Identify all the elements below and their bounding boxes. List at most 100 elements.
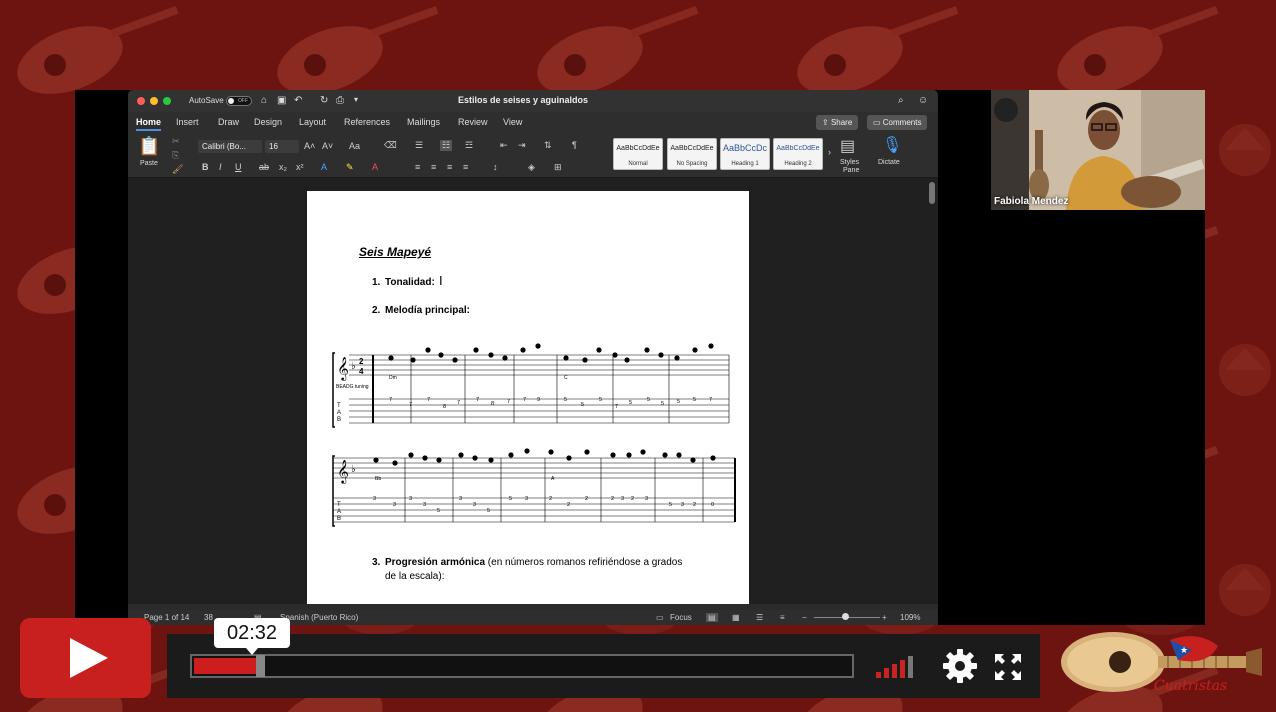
font-color-icon[interactable]: A <box>372 162 378 172</box>
svg-text:5: 5 <box>487 508 490 514</box>
progress-thumb[interactable] <box>256 655 265 677</box>
copy-icon[interactable]: ⎘ <box>172 150 179 161</box>
style-heading-1[interactable]: AaBbCcDc Heading 1 <box>720 138 770 170</box>
tab-insert[interactable]: Insert <box>176 117 199 127</box>
chord-label: Bb <box>375 476 381 482</box>
zoom-slider-thumb[interactable] <box>842 613 849 620</box>
decrease-indent-icon[interactable]: ⇤ <box>500 140 508 151</box>
shrink-font-icon[interactable]: A˅ <box>322 141 333 151</box>
zoom-out-icon[interactable]: − <box>802 613 807 622</box>
svg-text:7: 7 <box>409 402 412 408</box>
svg-text:5: 5 <box>629 400 632 406</box>
maximize-window-icon[interactable] <box>163 97 171 105</box>
superscript-icon[interactable]: x² <box>296 162 304 172</box>
comments-button[interactable]: ▭ Comments <box>867 115 928 130</box>
paste-icon[interactable]: 📋 <box>138 136 160 157</box>
align-right-icon[interactable]: ≡ <box>447 162 452 172</box>
print-layout-icon[interactable]: ▤ <box>706 613 718 622</box>
zoom-level[interactable]: 109% <box>900 613 920 622</box>
redo-icon[interactable]: ↻ <box>320 95 328 106</box>
borders-icon[interactable]: ⊞ <box>554 162 562 173</box>
zoom-in-icon[interactable]: + <box>882 613 887 622</box>
vertical-scrollbar[interactable] <box>929 182 935 204</box>
page-count[interactable]: Page 1 of 14 <box>144 613 189 622</box>
tab-review[interactable]: Review <box>458 117 488 127</box>
styles-pane-icon[interactable]: ▤ <box>840 136 855 156</box>
minimize-window-icon[interactable] <box>150 97 158 105</box>
numbering-icon[interactable]: ☷ <box>440 140 453 151</box>
volume-icon[interactable] <box>876 654 924 678</box>
draft-icon[interactable]: ≡ <box>780 613 785 622</box>
svg-text:5: 5 <box>661 401 664 407</box>
grow-font-icon[interactable]: A˄ <box>304 141 315 151</box>
svg-text:2: 2 <box>359 357 364 366</box>
show-formatting-icon[interactable]: ¶ <box>572 140 577 150</box>
font-size-select[interactable]: 16 <box>265 140 299 153</box>
word-window: AutoSave OFF ⌂ ▣ ↶ ↻ ⎙ ▾ Estilos de seis… <box>128 90 938 625</box>
format-painter-icon[interactable]: 🖌 <box>172 164 183 175</box>
svg-text:5: 5 <box>669 502 672 508</box>
style-normal[interactable]: AaBbCcDdEe Normal <box>613 138 663 170</box>
multilevel-list-icon[interactable]: ☲ <box>465 140 473 151</box>
shading-icon[interactable]: ◈ <box>528 162 535 173</box>
svg-text:5: 5 <box>564 397 567 403</box>
word-count[interactable]: 38 <box>204 613 213 622</box>
subscript-icon[interactable]: x₂ <box>279 162 287 172</box>
line-spacing-icon[interactable]: ↕ <box>493 162 498 172</box>
focus-icon[interactable]: ▭ <box>656 613 664 622</box>
document-canvas[interactable]: Seis Mapeyé 1. Tonalidad: I 2. Melodía p… <box>128 178 938 604</box>
font-name-select[interactable]: Calibri (Bo... <box>198 140 262 153</box>
increase-indent-icon[interactable]: ⇥ <box>518 140 526 151</box>
home-icon[interactable]: ⌂ <box>261 95 267 106</box>
search-icon[interactable]: ⌕ <box>898 95 904 106</box>
cut-icon[interactable]: ✂ <box>172 136 180 147</box>
tab-references[interactable]: References <box>344 117 390 127</box>
progress-track[interactable] <box>190 654 854 678</box>
fullscreen-icon[interactable] <box>993 652 1023 682</box>
notation-staff-2: 𝄞 ♭ Bb A 33335 3355 3 222 2 3 2 35 3 2 0 TAB <box>332 448 736 527</box>
outline-icon[interactable]: ☰ <box>756 613 763 622</box>
style-no-spacing[interactable]: AaBbCcDdEe No Spacing <box>667 138 717 170</box>
strikethrough-icon[interactable]: ab <box>259 162 269 172</box>
autosave-toggle[interactable]: OFF <box>226 96 252 106</box>
tab-layout[interactable]: Layout <box>299 117 326 127</box>
customize-toolbar-icon[interactable]: ▾ <box>354 95 358 104</box>
tab-draw[interactable]: Draw <box>218 117 239 127</box>
smiley-feedback-icon[interactable]: ☺ <box>918 95 928 106</box>
language-label[interactable]: Spanish (Puerto Rico) <box>280 613 358 622</box>
clear-formatting-icon[interactable]: ⌫ <box>384 140 397 151</box>
gear-icon[interactable] <box>942 648 978 684</box>
tab-design[interactable]: Design <box>254 117 282 127</box>
web-layout-icon[interactable]: ▦ <box>732 613 740 622</box>
sort-icon[interactable]: ⇅ <box>544 140 552 151</box>
focus-label[interactable]: Focus <box>670 613 692 622</box>
styles-more-chevron-icon[interactable]: › <box>828 147 831 157</box>
style-heading-2[interactable]: AaBbCcDdEe Heading 2 <box>773 138 823 170</box>
svg-text:2: 2 <box>549 496 552 502</box>
align-left-icon[interactable]: ≡ <box>415 162 420 172</box>
bullets-icon[interactable]: ☰ <box>415 140 423 151</box>
style-label: No Spacing <box>676 161 708 167</box>
underline-icon[interactable]: U <box>235 162 242 172</box>
list-number-3: 3. <box>372 557 381 568</box>
undo-icon[interactable]: ↶ <box>294 95 302 106</box>
share-button[interactable]: ⇪ Share <box>816 115 859 130</box>
print-icon[interactable]: ⎙ <box>336 95 344 106</box>
microphone-icon[interactable]: 🎙 <box>882 135 902 155</box>
save-icon[interactable]: ▣ <box>277 95 286 106</box>
change-case-icon[interactable]: Aa <box>349 141 360 151</box>
document-page[interactable]: Seis Mapeyé 1. Tonalidad: I 2. Melodía p… <box>307 191 749 604</box>
justify-icon[interactable]: ≡ <box>463 162 468 172</box>
tab-home[interactable]: Home <box>136 117 162 131</box>
close-window-icon[interactable] <box>137 97 145 105</box>
document-heading: Seis Mapeyé <box>359 245 432 259</box>
text-effects-icon[interactable]: A <box>321 162 327 172</box>
tab-mailings[interactable]: Mailings <box>407 117 440 127</box>
italic-icon[interactable]: I <box>219 162 222 172</box>
play-button[interactable] <box>20 618 151 698</box>
highlight-icon[interactable]: ✎ <box>346 162 354 173</box>
bold-icon[interactable]: B <box>202 162 209 172</box>
align-center-icon[interactable]: ≡ <box>431 162 436 172</box>
tab-view[interactable]: View <box>503 117 522 127</box>
svg-text:5: 5 <box>437 508 440 514</box>
